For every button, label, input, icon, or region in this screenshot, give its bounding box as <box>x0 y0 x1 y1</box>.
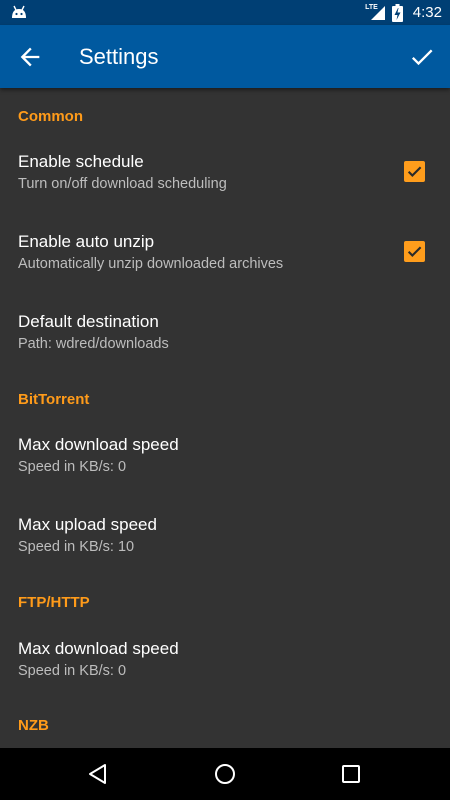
pref-summary: Path: wdred/downloads <box>18 336 169 352</box>
page-title: Settings <box>79 44 159 69</box>
pref-title: Max download speed <box>18 435 179 454</box>
section-header-nzb: NZB <box>18 717 49 734</box>
check-icon[interactable] <box>408 43 436 71</box>
app-bar: Settings <box>0 25 450 88</box>
pref-bt-max-upload-speed[interactable]: Max upload speed Speed in KB/s: 10 <box>0 515 450 595</box>
pref-title: Enable auto unzip <box>18 232 155 251</box>
nav-home-icon[interactable] <box>213 762 237 786</box>
nav-recents-icon[interactable] <box>339 762 363 786</box>
enable-schedule-checkbox[interactable] <box>404 161 425 182</box>
pref-default-destination[interactable]: Default destination Path: wdred/download… <box>0 312 450 392</box>
pref-summary: Turn on/off download scheduling <box>18 176 227 192</box>
pref-title: Enable schedule <box>18 152 144 171</box>
status-time: 4:32 <box>412 4 442 21</box>
battery-charging-icon <box>391 3 403 22</box>
section-header-bittorrent: BitTorrent <box>18 391 90 408</box>
pref-summary: Speed in KB/s: 0 <box>18 459 127 475</box>
pref-bt-max-download-speed[interactable]: Max download speed Speed in KB/s: 0 <box>0 435 450 515</box>
pref-ftp-max-download-speed[interactable]: Max download speed Speed in KB/s: 0 <box>0 639 450 719</box>
pref-summary: Automatically unzip downloaded archives <box>18 256 284 272</box>
pref-title: Default destination <box>18 312 159 331</box>
section-header-ftp-http: FTP/HTTP <box>18 594 90 611</box>
android-icon <box>12 5 26 18</box>
status-bar: LTE 4:32 <box>0 0 450 25</box>
nav-back-icon[interactable] <box>86 762 110 786</box>
checkmark-icon <box>407 166 422 177</box>
pref-summary: Speed in KB/s: 10 <box>18 539 135 555</box>
section-header-common: Common <box>18 108 83 125</box>
checkmark-icon <box>407 246 422 257</box>
settings-list: Common Enable schedule Turn on/off downl… <box>0 88 450 748</box>
pref-enable-auto-unzip[interactable]: Enable auto unzip Automatically unzip do… <box>0 232 450 312</box>
back-arrow-icon[interactable] <box>16 43 44 71</box>
pref-title: Max upload speed <box>18 515 157 534</box>
navigation-bar <box>0 748 450 800</box>
pref-enable-schedule[interactable]: Enable schedule Turn on/off download sch… <box>0 152 450 232</box>
network-type: LTE <box>365 4 378 11</box>
enable-auto-unzip-checkbox[interactable] <box>404 241 425 262</box>
pref-title: Max download speed <box>18 639 179 658</box>
pref-summary: Speed in KB/s: 0 <box>18 663 127 679</box>
